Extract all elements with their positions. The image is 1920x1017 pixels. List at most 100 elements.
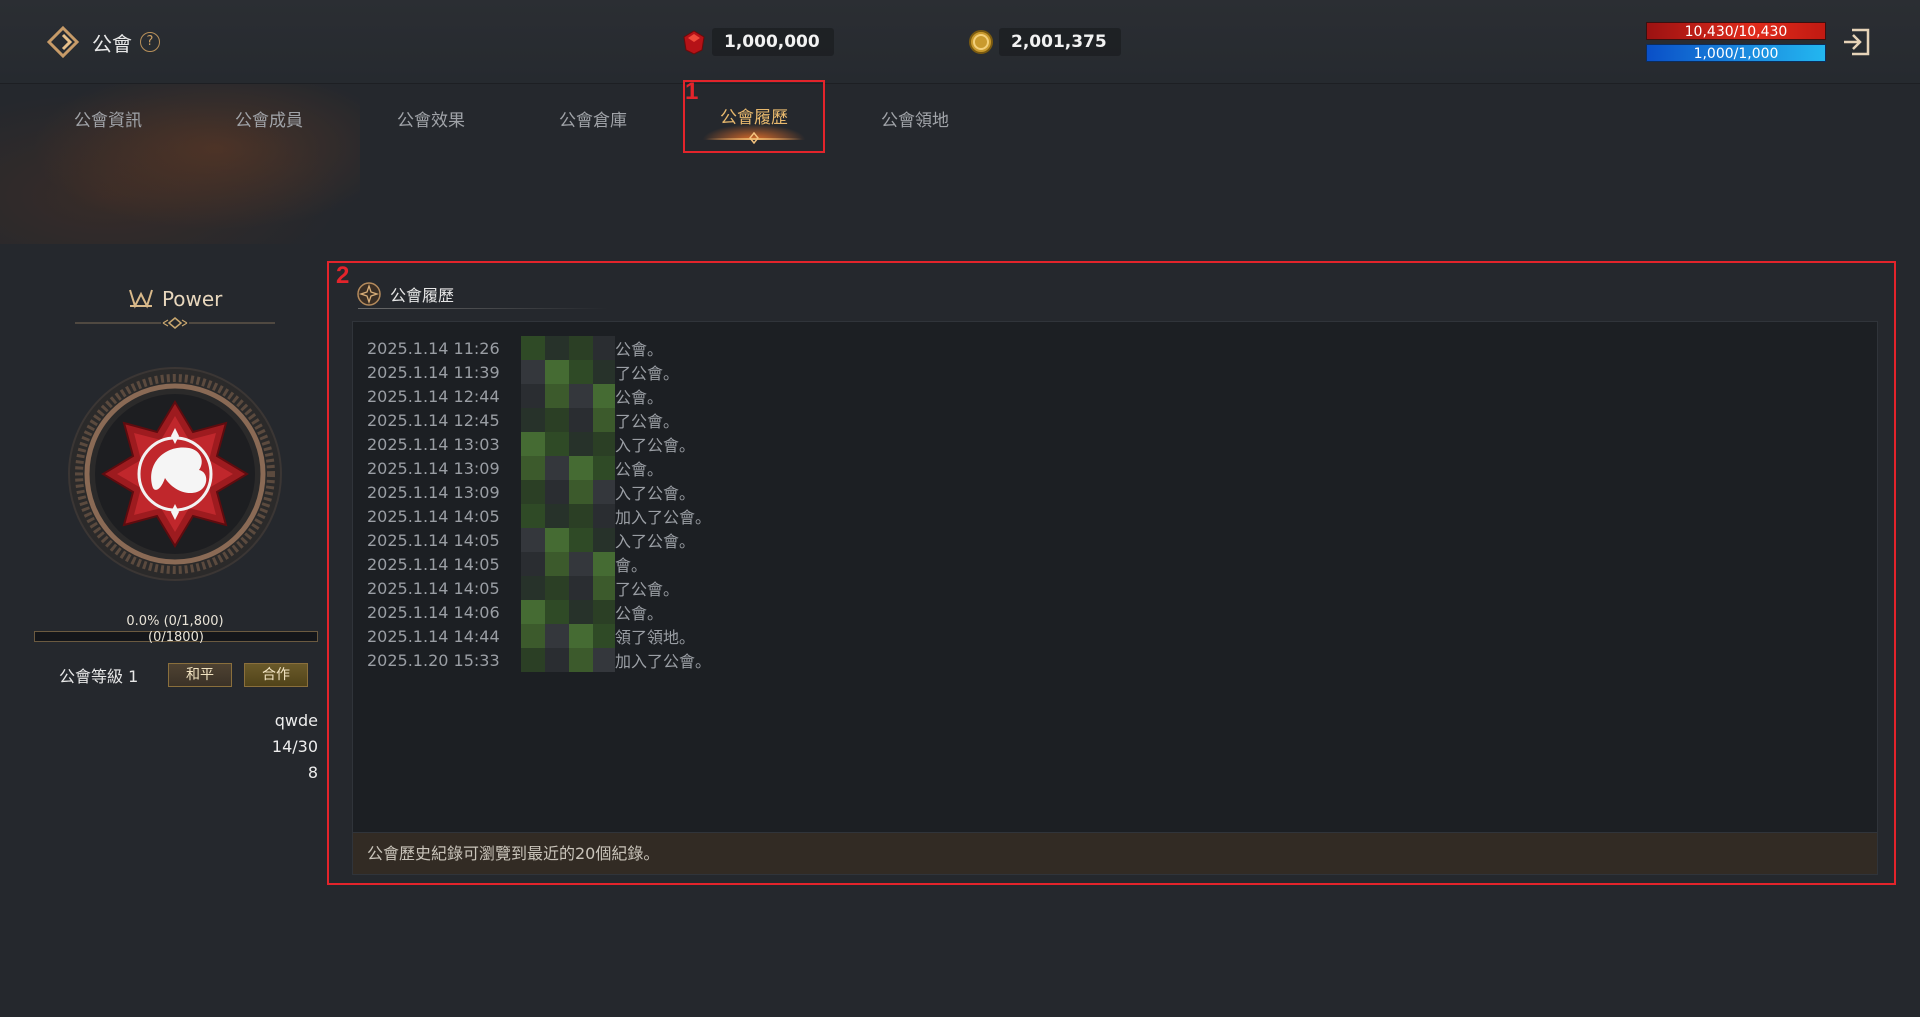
redacted-name-mask bbox=[521, 360, 615, 384]
gold-coin-icon bbox=[969, 30, 993, 54]
redacted-name-mask bbox=[521, 480, 615, 504]
guild-leader-name: qwde bbox=[274, 711, 318, 730]
history-entry-time: 2025.1.14 14:06 bbox=[367, 602, 500, 622]
redacted-name-mask bbox=[521, 432, 615, 456]
tab-label: 公會領地 bbox=[881, 110, 949, 131]
guild-emblem bbox=[68, 367, 282, 581]
history-entry: 2025.1.14 14:44 領了領地。 bbox=[367, 624, 711, 648]
history-entry: 2025.1.14 13:03 入了公會。 bbox=[367, 432, 711, 456]
hp-bar: 10,430/10,430 bbox=[1646, 22, 1826, 40]
exit-icon[interactable] bbox=[1840, 26, 1872, 58]
redacted-name-mask bbox=[521, 648, 615, 672]
peace-button[interactable]: 和平 bbox=[168, 663, 232, 687]
tab-label: 公會成員 bbox=[235, 110, 303, 131]
guild-level: 公會等級 1 bbox=[59, 667, 139, 686]
history-entry-time: 2025.1.14 11:39 bbox=[367, 362, 500, 382]
guild-history-icon bbox=[357, 282, 381, 306]
gold-counter: 2,001,375 bbox=[967, 27, 1121, 57]
history-entry: 2025.1.14 12:44 公會。 bbox=[367, 384, 711, 408]
redacted-name-mask bbox=[521, 624, 615, 648]
title-group: 公會 ? bbox=[46, 24, 160, 60]
tab-guild-effects[interactable]: 公會效果 bbox=[383, 84, 479, 152]
history-entry: 2025.1.14 14:05 了公會。 bbox=[367, 576, 711, 600]
history-entry-text: 公會。 bbox=[615, 340, 664, 359]
tab-guild-history[interactable]: 公會履歷 bbox=[684, 84, 824, 152]
history-entry-text: 加入了公會。 bbox=[615, 508, 712, 527]
flare-icon bbox=[749, 132, 759, 144]
mp-text: 1,000/1,000 bbox=[1693, 46, 1779, 62]
guild-progress-label: 0.0% (0/1,800) bbox=[126, 614, 224, 629]
guild-member-count: 14/30 bbox=[271, 737, 318, 756]
hp-text: 10,430/10,430 bbox=[1684, 24, 1788, 40]
history-entry-time: 2025.1.14 14:05 bbox=[367, 506, 500, 526]
history-entry-text: 入了公會。 bbox=[615, 484, 696, 503]
redacted-name-mask bbox=[521, 504, 615, 528]
mp-bar: 1,000/1,000 bbox=[1646, 44, 1826, 62]
history-entry-time: 2025.1.14 13:03 bbox=[367, 434, 500, 454]
history-entry-time: 2025.1.14 14:05 bbox=[367, 554, 500, 574]
tab-label: 公會效果 bbox=[397, 110, 465, 131]
history-entry-text: 了公會。 bbox=[615, 580, 680, 599]
tab-label: 公會倉庫 bbox=[559, 110, 627, 131]
highlight-number-2: 2 bbox=[336, 262, 350, 289]
history-entry: 2025.1.14 14:06 公會。 bbox=[367, 600, 711, 624]
history-entry-time: 2025.1.20 15:33 bbox=[367, 650, 500, 670]
tab-label: 公會履歷 bbox=[720, 107, 788, 128]
tab-guild-members[interactable]: 公會成員 bbox=[221, 84, 317, 152]
history-log[interactable]: 2025.1.14 11:26 公會。 2025.1.14 11:39 了公會。 202… bbox=[352, 321, 1878, 833]
gem-amount: 1,000,000 bbox=[712, 28, 834, 56]
tab-bar: 公會資訊 公會成員 公會效果 公會倉庫 公會履歷 公會領地 bbox=[0, 84, 1920, 154]
history-list: 2025.1.14 11:26 公會。 2025.1.14 11:39 了公會。 202… bbox=[367, 336, 711, 672]
gem-counter: 1,000,000 bbox=[680, 27, 834, 57]
history-entry-time: 2025.1.14 13:09 bbox=[367, 482, 500, 502]
history-entry: 2025.1.14 11:26 公會。 bbox=[367, 336, 711, 360]
guild-level-row: 公會等級 1 和平 合作 bbox=[30, 662, 320, 688]
history-entry: 2025.1.14 13:09 公會。 bbox=[367, 456, 711, 480]
history-entry-time: 2025.1.14 12:44 bbox=[367, 386, 500, 406]
guild-name: Power bbox=[161, 287, 223, 311]
history-entry: 2025.1.14 14:05 加入了公會。 bbox=[367, 504, 711, 528]
tab-guild-warehouse[interactable]: 公會倉庫 bbox=[545, 84, 641, 152]
history-entry-text: 公會。 bbox=[615, 388, 664, 407]
history-entry: 2025.1.14 12:45 了公會。 bbox=[367, 408, 711, 432]
history-entry-text: 入了公會。 bbox=[615, 532, 696, 551]
history-panel-title: 公會履歷 bbox=[390, 286, 455, 305]
redacted-name-mask bbox=[521, 456, 615, 480]
history-entry: 2025.1.14 11:39 了公會。 bbox=[367, 360, 711, 384]
redacted-name-mask bbox=[521, 528, 615, 552]
history-entry-text: 了公會。 bbox=[615, 412, 680, 431]
history-footer-note: 公會歷史紀錄可瀏覽到最近的20個紀錄。 bbox=[352, 833, 1878, 875]
history-header-underline bbox=[358, 308, 608, 309]
redacted-name-mask bbox=[521, 576, 615, 600]
guild-logo-icon bbox=[46, 25, 80, 59]
cooperation-button[interactable]: 合作 bbox=[244, 663, 308, 687]
gold-amount: 2,001,375 bbox=[999, 28, 1121, 56]
gem-icon bbox=[683, 30, 705, 55]
history-entry-text: 公會。 bbox=[615, 604, 664, 623]
guild-exp-bar: (0/1800) bbox=[34, 630, 318, 645]
history-entry-text: 加入了公會。 bbox=[615, 652, 712, 671]
redacted-name-mask bbox=[521, 384, 615, 408]
history-entry-time: 2025.1.14 14:05 bbox=[367, 530, 500, 550]
history-entry-time: 2025.1.14 11:26 bbox=[367, 338, 500, 358]
history-panel-header: 公會履歷 bbox=[356, 279, 454, 309]
history-entry-text: 了公會。 bbox=[615, 364, 680, 383]
top-bar: 公會 ? 1,000,000 2,001,375 10,430/10,430 1… bbox=[0, 0, 1920, 84]
page-title: 公會 bbox=[92, 31, 132, 56]
history-entry-time: 2025.1.14 14:05 bbox=[367, 578, 500, 598]
history-entry: 2025.1.14 14:05 入了公會。 bbox=[367, 528, 711, 552]
redacted-name-mask bbox=[521, 600, 615, 624]
tab-guild-territory[interactable]: 公會領地 bbox=[867, 84, 963, 152]
help-icon[interactable]: ? bbox=[140, 32, 160, 52]
redacted-name-mask bbox=[521, 336, 615, 360]
history-entry-text: 入了公會。 bbox=[615, 436, 696, 455]
ornament-divider bbox=[75, 317, 275, 329]
redacted-name-mask bbox=[521, 408, 615, 432]
tab-guild-info[interactable]: 公會資訊 bbox=[60, 84, 156, 152]
guild-info-lines: qwde 14/30 8 bbox=[30, 708, 318, 786]
history-entry: 2025.1.14 13:09 入了公會。 bbox=[367, 480, 711, 504]
guild-exp-bar-text: (0/1800) bbox=[148, 630, 204, 645]
tab-label: 公會資訊 bbox=[74, 110, 142, 131]
history-entry-text: 公會。 bbox=[615, 460, 664, 479]
history-entry-time: 2025.1.14 14:44 bbox=[367, 626, 500, 646]
